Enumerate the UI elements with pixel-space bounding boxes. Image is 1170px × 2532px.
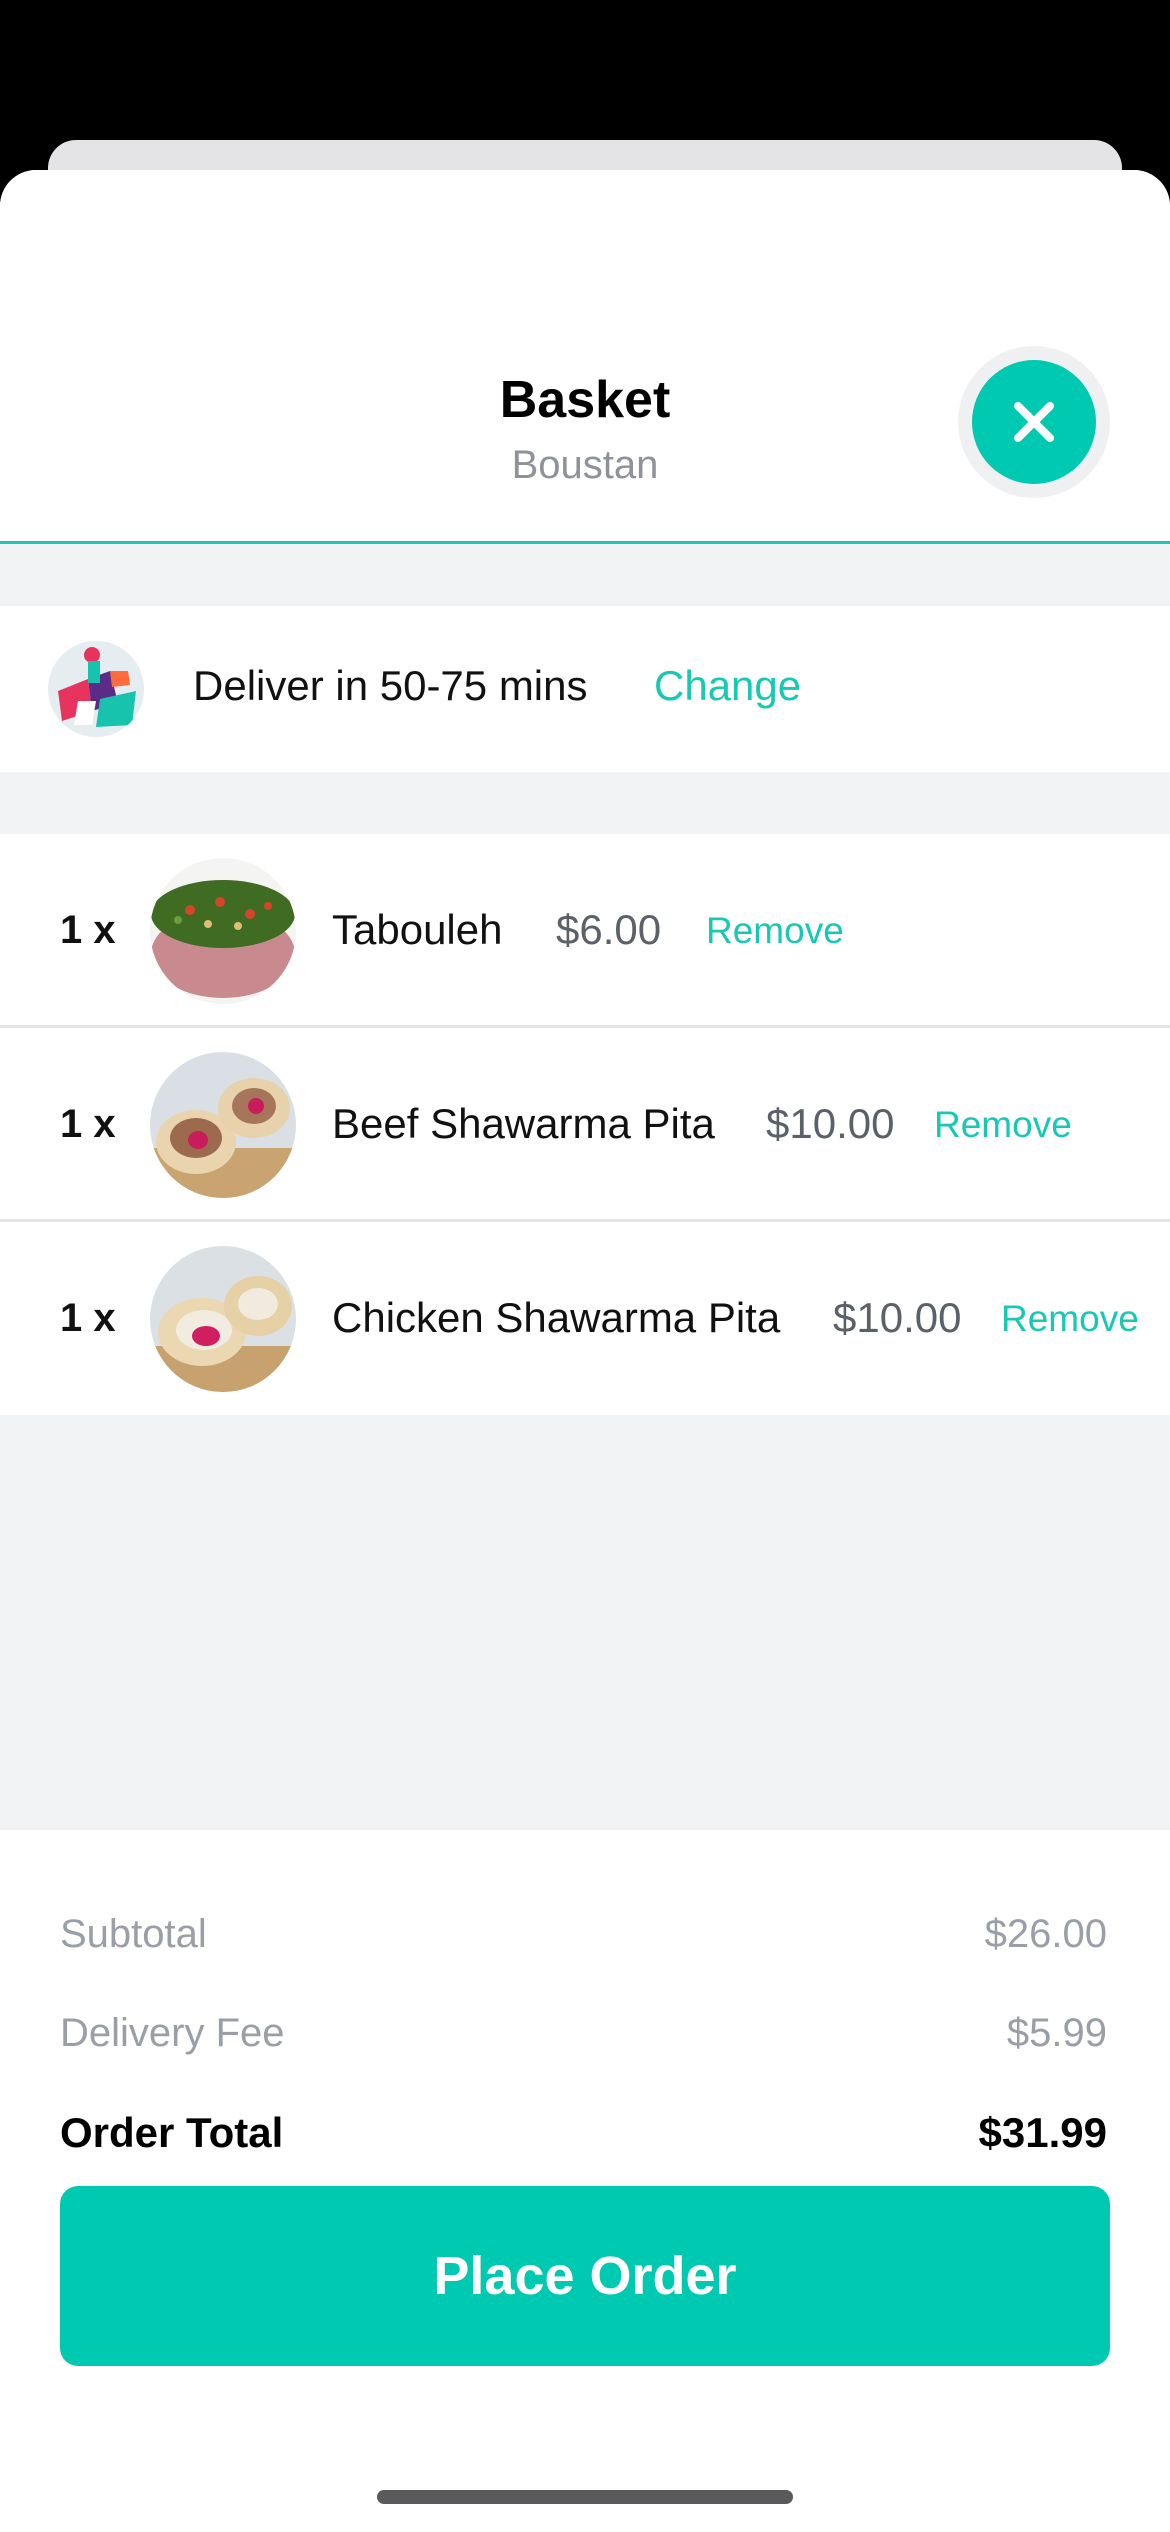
basket-header: Basket Boustan <box>0 170 1170 544</box>
item-price: $10.00 <box>833 1294 962 1341</box>
item-quantity: 1 x <box>60 1296 116 1340</box>
item-name: Beef Shawarma Pita <box>332 1100 715 1147</box>
basket-items-list: 1 x Tabouleh $6.00 Remove 1 x Beef Shawa… <box>0 834 1170 1415</box>
place-order-button[interactable]: Place Order <box>60 2186 1110 2366</box>
close-icon <box>1014 402 1054 442</box>
item-price: $10.00 <box>766 1100 895 1147</box>
remove-item-button[interactable]: Remove <box>934 1104 1072 1146</box>
home-indicator <box>377 2490 793 2504</box>
remove-item-button[interactable]: Remove <box>1001 1298 1139 1340</box>
subtotal-label: Subtotal <box>60 1912 207 1956</box>
change-delivery-link[interactable]: Change <box>654 662 801 710</box>
delivery-fee-value: $5.99 <box>1006 2011 1107 2055</box>
subtotal-value: $26.00 <box>984 1912 1107 1956</box>
delivery-time-text: Deliver in 50-75 mins <box>193 662 588 709</box>
item-price: $6.00 <box>556 906 662 953</box>
basket-item-tabouleh: 1 x Tabouleh $6.00 Remove <box>0 834 1170 1028</box>
basket-sheet: Basket Boustan Deliver in 50-75 mins Cha… <box>0 170 1170 2532</box>
tabouleh-image <box>150 858 296 1004</box>
delivery-rider-icon <box>48 641 144 737</box>
order-total-value: $31.99 <box>978 2109 1107 2156</box>
close-button[interactable] <box>972 360 1096 484</box>
delivery-fee-label: Delivery Fee <box>60 2011 285 2055</box>
item-quantity: 1 x <box>60 1102 116 1146</box>
basket-item-beef-shawarma: 1 x Beef Shawarma Pita $10.00 Remove <box>0 1028 1170 1222</box>
item-name: Tabouleh <box>332 906 503 953</box>
basket-item-chicken-shawarma: 1 x Chicken Shawarma Pita $10.00 Remove <box>0 1222 1170 1415</box>
remove-item-button[interactable]: Remove <box>706 910 844 952</box>
delivery-time-row: Deliver in 50-75 mins Change <box>0 606 1170 772</box>
chicken-shawarma-image <box>150 1246 296 1392</box>
item-name: Chicken Shawarma Pita <box>332 1294 781 1341</box>
item-quantity: 1 x <box>60 908 116 952</box>
order-summary: Subtotal $26.00 Delivery Fee $5.99 Order… <box>0 1830 1170 2532</box>
order-total-label: Order Total <box>60 2109 284 2156</box>
beef-shawarma-image <box>150 1052 296 1198</box>
